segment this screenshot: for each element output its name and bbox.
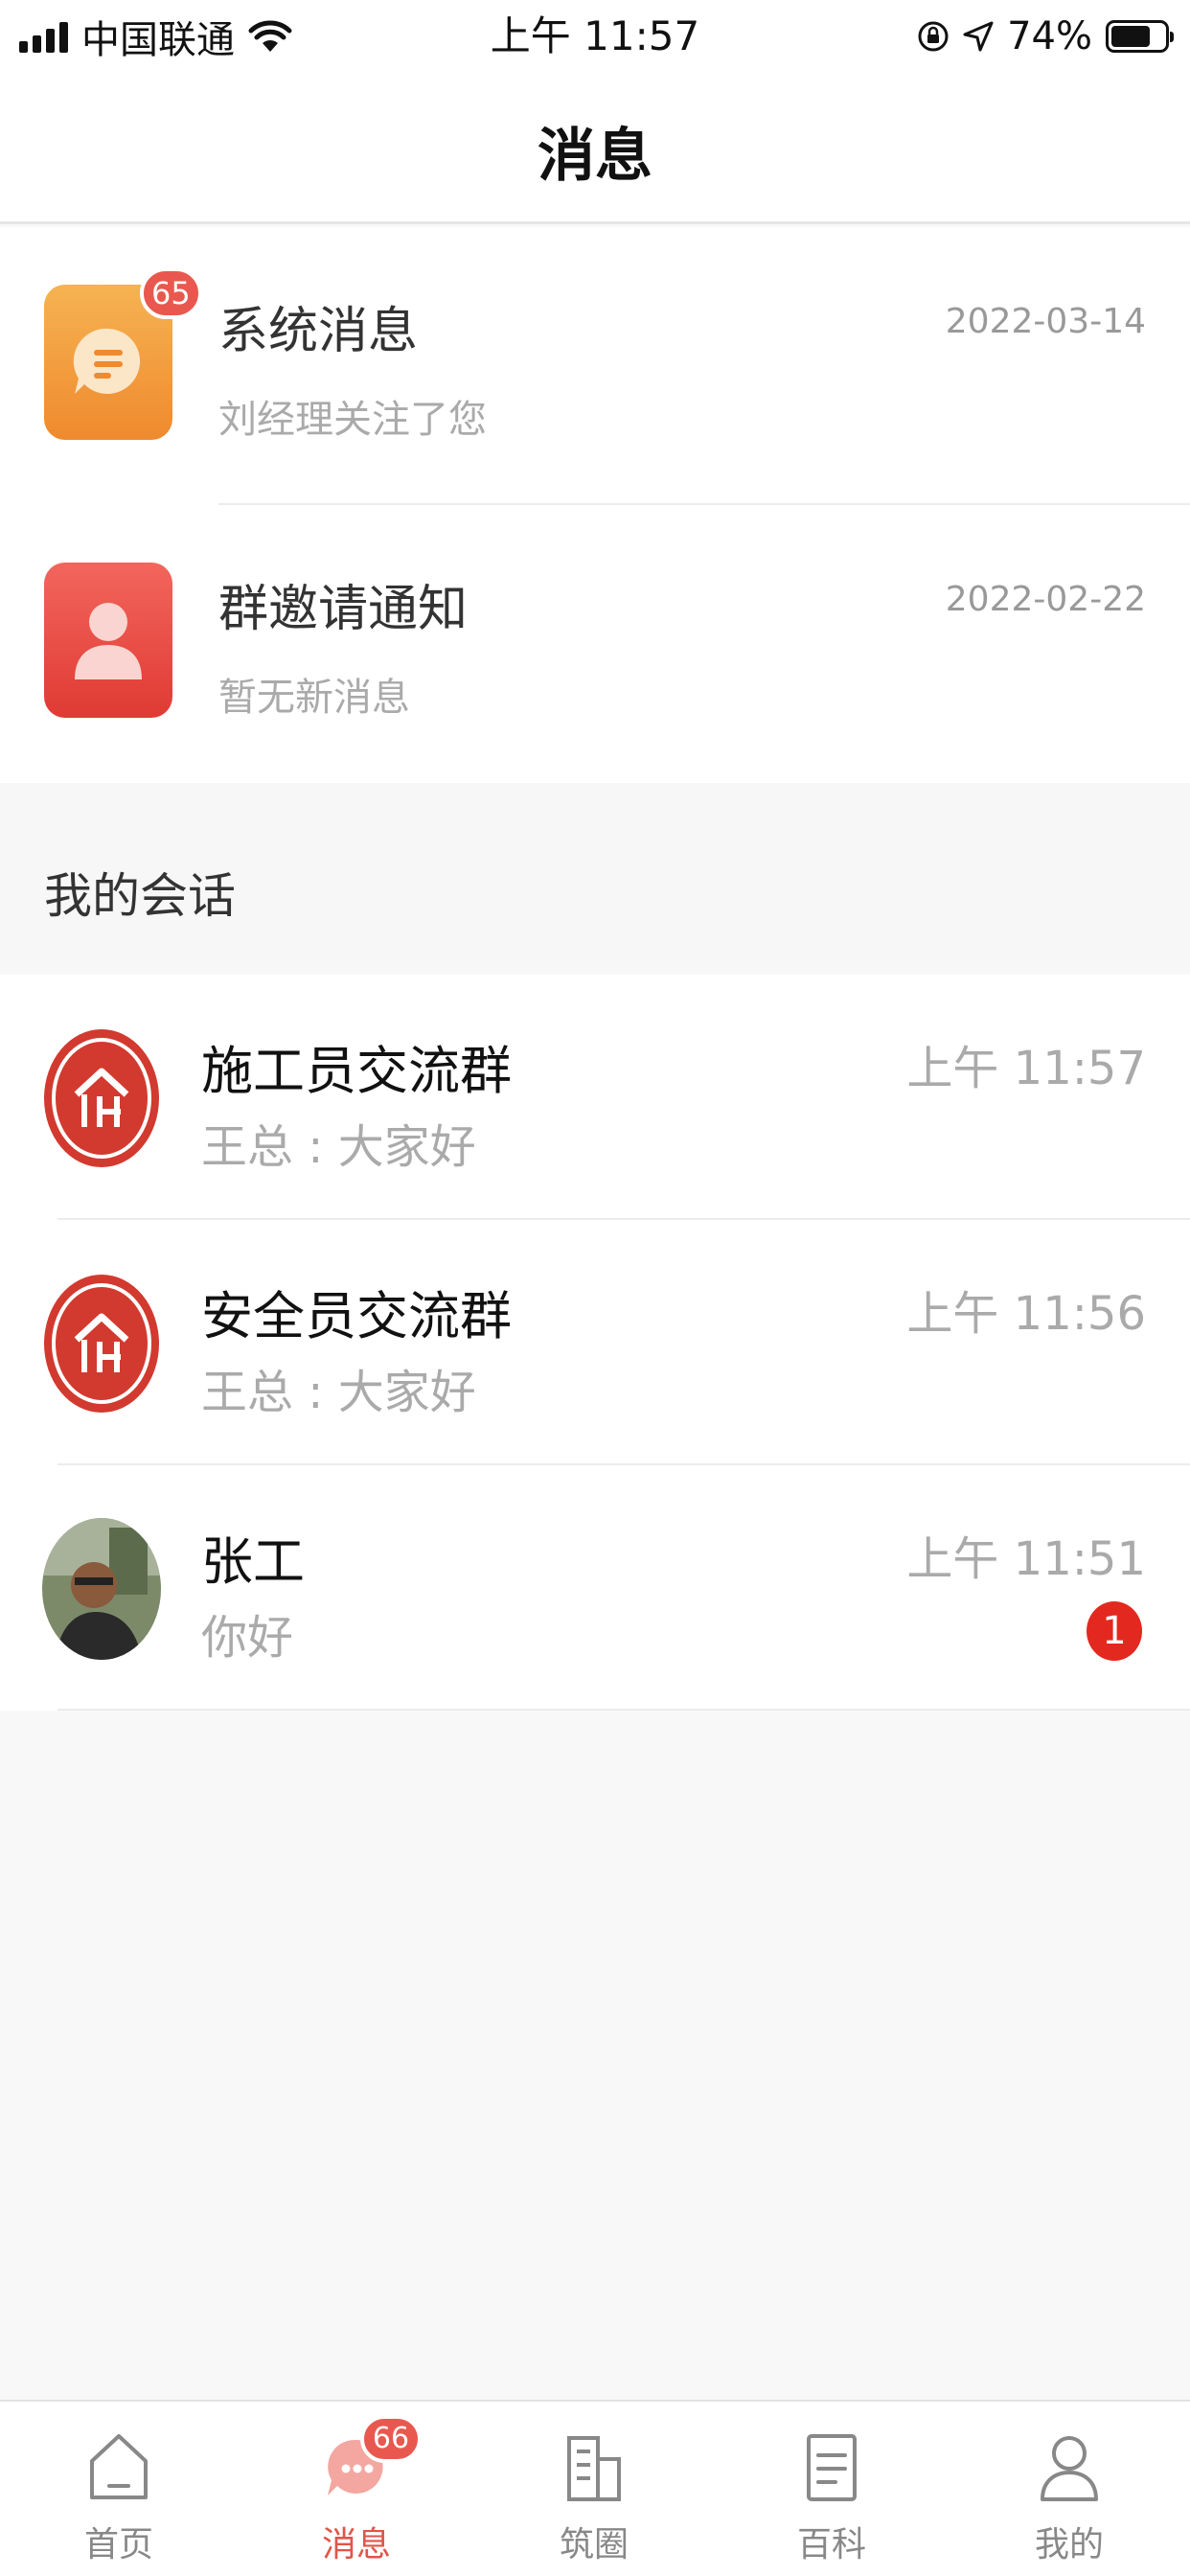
tab-badge: 66 — [360, 2415, 422, 2463]
tab-label: 筑圈 — [559, 2525, 629, 2564]
tab-circle[interactable]: 筑圈 — [475, 2402, 713, 2576]
rotation-lock-icon — [918, 21, 949, 52]
group-logo-icon — [42, 1027, 161, 1169]
tab-label: 我的 — [1034, 2525, 1104, 2564]
buildings-icon — [567, 2436, 621, 2501]
notification-subtitle: 刘经理关注了您 — [218, 398, 487, 442]
conversation-name: 张工 — [201, 1531, 305, 1592]
profile-icon — [1041, 2436, 1098, 2501]
tab-profile[interactable]: 我的 — [950, 2402, 1188, 2576]
group-invite-row[interactable]: 群邀请通知 暂无新消息 2022-02-22 — [0, 505, 1190, 783]
tab-messages[interactable]: 66 消息 — [238, 2402, 475, 2576]
person-icon — [75, 603, 142, 679]
tab-label: 百科 — [796, 2525, 866, 2564]
notification-section: 65 系统消息 刘经理关注了您 2022-03-14 群邀请通知 暂无新消息 2… — [0, 227, 1190, 783]
battery-icon — [1106, 20, 1174, 53]
location-arrow-icon — [963, 21, 994, 52]
tab-bar: 首页 66 消息 筑圈 百科 我的 — [0, 2400, 1190, 2576]
conversation-name: 安全员交流群 — [201, 1286, 512, 1346]
conversation-time: 上午 11:51 — [906, 1532, 1146, 1586]
conversation-time: 上午 11:56 — [906, 1287, 1146, 1341]
conversation-last-message: 你好 — [201, 1611, 294, 1665]
tab-label: 首页 — [83, 2525, 153, 2564]
system-message-row[interactable]: 65 系统消息 刘经理关注了您 2022-03-14 — [0, 227, 1190, 505]
group-logo-icon — [42, 1273, 161, 1414]
battery-percent: 74% — [1007, 14, 1092, 58]
conversation-last-message: 王总 : 大家好 — [201, 1366, 476, 1419]
page-title: 消息 — [538, 123, 652, 190]
tab-home[interactable]: 首页 — [0, 2402, 238, 2576]
conversation-name: 施工员交流群 — [201, 1041, 512, 1101]
conversation-list: 施工员交流群 王总 : 大家好 上午 11:57 安全员交流群 王总 : 大家好… — [0, 975, 1190, 1711]
section-title: 我的会话 — [44, 868, 236, 924]
conversation-row[interactable]: 施工员交流群 王总 : 大家好 上午 11:57 — [0, 975, 1190, 1220]
notification-subtitle: 暂无新消息 — [218, 676, 410, 720]
conversation-row[interactable]: 安全员交流群 王总 : 大家好 上午 11:56 — [0, 1220, 1190, 1465]
notification-date: 2022-02-22 — [945, 580, 1146, 619]
nav-bar: 消息 — [0, 73, 1190, 224]
book-icon — [807, 2434, 857, 2501]
system-message-badge: 65 — [140, 267, 202, 319]
tab-label: 消息 — [321, 2525, 391, 2564]
notification-title: 群邀请通知 — [218, 581, 469, 638]
battery-fill — [1111, 26, 1150, 47]
conversation-row[interactable]: 张工 你好 上午 11:51 1 — [0, 1465, 1190, 1711]
tab-encyclopedia[interactable]: 百科 — [713, 2402, 950, 2576]
status-bar: 中国联通 上午 11:57 74% — [0, 0, 1190, 73]
conversation-time: 上午 11:57 — [906, 1042, 1146, 1095]
conversations-header: 我的会话 — [0, 783, 1190, 975]
home-icon — [90, 2434, 148, 2499]
divider — [57, 1709, 1190, 1711]
group-invite-icon — [44, 563, 172, 718]
notification-date: 2022-03-14 — [945, 302, 1146, 341]
status-right: 74% — [917, 10, 1174, 63]
notification-title: 系统消息 — [218, 303, 419, 360]
unread-badge: 1 — [1087, 1601, 1142, 1661]
conversation-last-message: 王总 : 大家好 — [201, 1120, 476, 1174]
user-photo — [42, 1518, 161, 1660]
